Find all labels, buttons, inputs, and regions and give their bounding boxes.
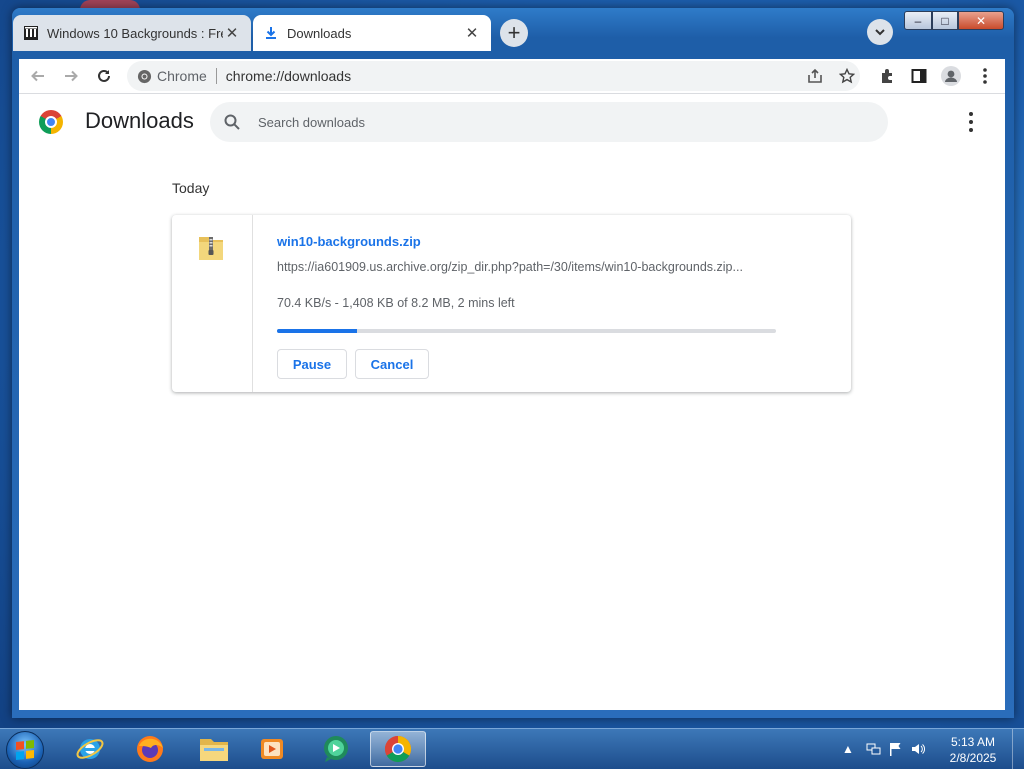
show-desktop-button[interactable] bbox=[1012, 729, 1024, 769]
show-hidden-icons-icon[interactable]: ▲ bbox=[842, 742, 854, 756]
chat-app-icon bbox=[324, 736, 348, 762]
chrome-logo-icon bbox=[39, 110, 63, 134]
download-icon bbox=[263, 25, 279, 41]
file-name-link[interactable]: win10-backgrounds.zip bbox=[277, 234, 421, 249]
tab-downloads[interactable]: Downloads ✕ bbox=[253, 15, 491, 51]
taskbar: ▲ 5:13 AM 2/8/2025 bbox=[0, 728, 1024, 769]
page-header: Downloads bbox=[19, 94, 1005, 150]
download-status: 70.4 KB/s - 1,408 KB of 8.2 MB, 2 mins l… bbox=[277, 296, 515, 310]
page-menu-icon[interactable] bbox=[963, 112, 979, 132]
action-center-flag-icon[interactable] bbox=[888, 741, 902, 757]
network-icon[interactable] bbox=[866, 741, 882, 757]
progress-bar bbox=[277, 329, 776, 333]
search-icon bbox=[222, 112, 242, 132]
browser-menu-icon[interactable] bbox=[975, 66, 995, 86]
search-box[interactable] bbox=[210, 102, 888, 142]
taskbar-file-explorer[interactable] bbox=[186, 731, 242, 767]
clock-time: 5:13 AM bbox=[950, 735, 996, 749]
taskbar-media-player[interactable] bbox=[244, 731, 300, 767]
tab-strip: Windows 10 Backgrounds : Free ✕ Download… bbox=[13, 15, 1003, 59]
zip-folder-icon bbox=[197, 231, 225, 268]
tab-search-button[interactable] bbox=[867, 19, 893, 45]
new-tab-button[interactable]: + bbox=[500, 19, 528, 47]
clock-date: 2/8/2025 bbox=[949, 751, 997, 765]
system-tray: ▲ bbox=[842, 729, 926, 769]
archive-icon bbox=[23, 25, 39, 41]
progress-fill bbox=[277, 329, 357, 333]
close-tab-icon[interactable]: ✕ bbox=[463, 24, 481, 42]
taskbar-chrome[interactable] bbox=[370, 731, 426, 767]
address-bar[interactable]: Chrome chrome://downloads bbox=[127, 61, 860, 91]
internet-explorer-icon bbox=[76, 739, 104, 759]
taskbar-chat-app[interactable] bbox=[308, 731, 364, 767]
search-input[interactable] bbox=[256, 113, 860, 131]
tab-windows-backgrounds[interactable]: Windows 10 Backgrounds : Free ✕ bbox=[13, 15, 251, 51]
omnibox-divider bbox=[215, 68, 217, 84]
media-player-icon bbox=[261, 739, 283, 759]
page-title: Downloads bbox=[85, 108, 194, 133]
reload-button[interactable] bbox=[93, 65, 115, 87]
taskbar-clock[interactable]: 5:13 AM 2/8/2025 bbox=[940, 734, 1006, 766]
firefox-icon bbox=[137, 736, 163, 762]
download-icon-column bbox=[172, 215, 253, 392]
profile-avatar-icon[interactable] bbox=[941, 66, 961, 86]
bookmark-star-icon[interactable] bbox=[839, 68, 855, 84]
side-panel-icon[interactable] bbox=[909, 66, 929, 86]
chrome-icon bbox=[384, 735, 412, 763]
url-text[interactable]: chrome://downloads bbox=[226, 68, 351, 84]
site-chip: Chrome bbox=[157, 68, 207, 84]
volume-icon[interactable] bbox=[910, 741, 926, 757]
back-button[interactable] bbox=[27, 65, 49, 87]
download-item: win10-backgrounds.zip https://ia601909.u… bbox=[172, 215, 851, 392]
start-button[interactable] bbox=[6, 731, 44, 769]
close-tab-icon[interactable]: ✕ bbox=[223, 24, 241, 42]
browser-toolbar: Chrome chrome://downloads bbox=[19, 59, 1005, 94]
windows-logo-icon bbox=[16, 740, 34, 760]
forward-button[interactable] bbox=[60, 65, 82, 87]
chrome-site-icon bbox=[136, 68, 152, 84]
date-section-label: Today bbox=[172, 180, 210, 196]
reload-icon bbox=[98, 69, 110, 82]
taskbar-internet-explorer[interactable] bbox=[62, 731, 118, 767]
extensions-icon[interactable] bbox=[877, 66, 897, 86]
source-url[interactable]: https://ia601909.us.archive.org/zip_dir.… bbox=[277, 260, 777, 274]
forward-arrow-icon bbox=[65, 70, 78, 82]
tab-title: Windows 10 Backgrounds : Free bbox=[47, 25, 223, 41]
back-arrow-icon bbox=[31, 70, 44, 82]
file-explorer-icon bbox=[200, 739, 228, 761]
pause-button[interactable]: Pause bbox=[277, 349, 347, 379]
share-icon[interactable] bbox=[807, 68, 823, 84]
cancel-button[interactable]: Cancel bbox=[355, 349, 429, 379]
downloads-page: Downloads Today win10-backgrounds.zip ht… bbox=[19, 94, 1005, 710]
tab-title: Downloads bbox=[287, 25, 352, 41]
taskbar-firefox[interactable] bbox=[122, 731, 178, 767]
chevron-down-icon bbox=[875, 29, 885, 36]
